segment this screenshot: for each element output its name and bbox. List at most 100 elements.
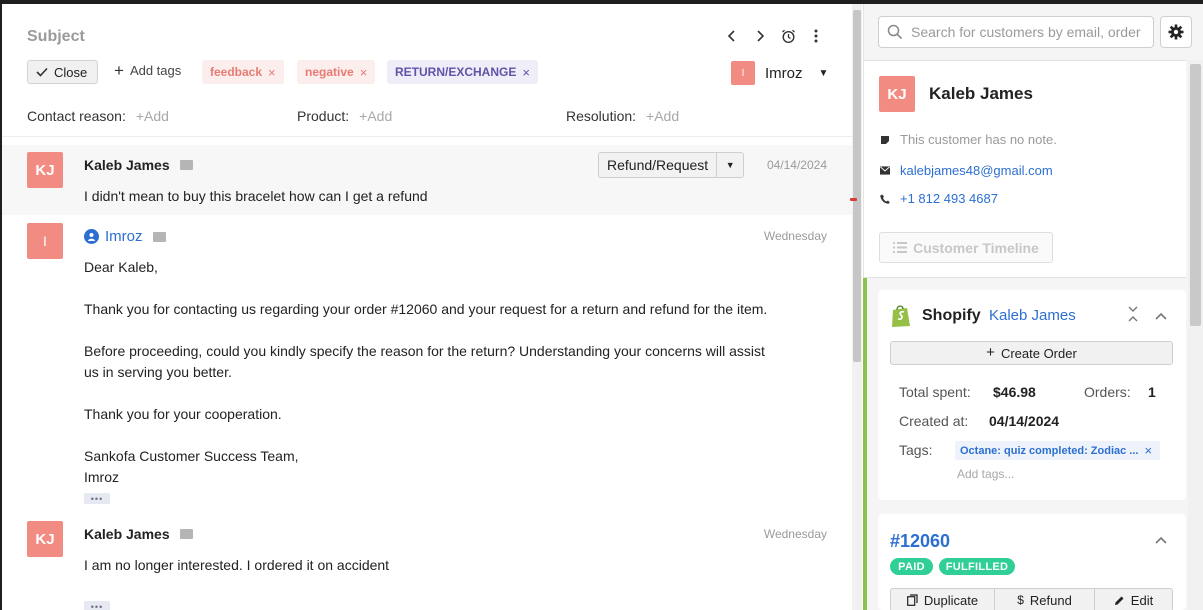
close-ticket-button[interactable]: Close xyxy=(27,60,99,84)
integration-accent-bar xyxy=(863,278,867,610)
shopify-add-tags-input[interactable]: Add tags... xyxy=(957,467,1014,481)
email-icon xyxy=(880,166,890,175)
customer-phone-row[interactable]: +1 812 493 4687 xyxy=(880,191,998,206)
divider xyxy=(2,136,852,137)
chevron-up-icon[interactable] xyxy=(1155,533,1167,547)
email-channel-icon xyxy=(152,231,166,242)
add-tags-label: Add tags xyxy=(129,63,182,78)
tag-feedback[interactable]: feedback × xyxy=(202,60,284,84)
message-date: Wednesday xyxy=(763,229,827,243)
agent-user-icon xyxy=(84,229,99,244)
add-tags-button[interactable]: + Add tags xyxy=(114,60,182,80)
remove-tag-icon[interactable]: × xyxy=(268,65,276,80)
message-body-line: Dear Kaleb, xyxy=(84,259,158,275)
tag-label: feedback xyxy=(210,65,263,79)
edit-label: Edit xyxy=(1130,592,1154,608)
contact-reason-label: Contact reason: xyxy=(27,108,126,124)
ticket-scrollbar[interactable] xyxy=(852,4,862,610)
message-body-line: Imroz xyxy=(84,469,119,485)
shopify-tag-label: Octane: quiz completed: Zodiac ... xyxy=(960,444,1139,457)
orders-label: Orders: xyxy=(1084,384,1131,400)
total-spent-value: $46.98 xyxy=(993,384,1036,400)
avatar: I xyxy=(27,223,63,259)
sender-name: Kaleb James xyxy=(84,526,170,542)
customer-phone[interactable]: +1 812 493 4687 xyxy=(900,191,998,206)
plus-icon: + xyxy=(114,60,124,80)
chevron-up-icon[interactable] xyxy=(1155,309,1167,323)
caret-down-icon: ▼ xyxy=(818,67,829,79)
contact-reason-add[interactable]: +Add xyxy=(136,108,169,124)
intent-select[interactable]: Refund/Request ▼ xyxy=(598,152,745,178)
settings-button[interactable] xyxy=(1160,16,1192,48)
customer-note-row[interactable]: This customer has no note. xyxy=(880,132,1057,147)
product-label: Product: xyxy=(297,108,350,124)
avatar: KJ xyxy=(27,521,63,557)
shopify-tag[interactable]: Octane: quiz completed: Zodiac ... × xyxy=(955,441,1160,460)
remove-tag-icon[interactable]: × xyxy=(522,65,530,80)
next-ticket-icon[interactable] xyxy=(750,26,770,46)
pencil-icon xyxy=(1114,596,1124,605)
assignee-dropdown[interactable]: I Imroz ▼ xyxy=(731,61,828,85)
order-number-link[interactable]: #12060 xyxy=(890,531,950,552)
customer-timeline-label: Customer Timeline xyxy=(913,239,1039,256)
edit-order-button[interactable]: Edit xyxy=(1095,589,1172,610)
caret-down-icon[interactable]: ▼ xyxy=(717,153,743,177)
message-body-line: us in serving you better. xyxy=(84,364,232,380)
tags-label: Tags: xyxy=(899,442,933,458)
resolution-field[interactable]: Resolution: +Add xyxy=(566,108,679,124)
previous-ticket-icon[interactable] xyxy=(722,26,742,46)
message-body-line: Thank you for contacting us regarding yo… xyxy=(84,301,768,317)
customer-name[interactable]: Kaleb James xyxy=(929,84,1033,104)
message-body-line: Before proceeding, could you kindly spec… xyxy=(84,343,765,359)
duplicate-order-button[interactable]: Duplicate xyxy=(891,589,995,610)
more-options-icon[interactable] xyxy=(806,26,826,46)
unread-marker xyxy=(850,198,857,201)
show-quoted-text-button[interactable]: ••• xyxy=(84,601,110,610)
customer-card: KJ Kaleb James This customer has no note… xyxy=(864,60,1186,278)
contact-reason-field[interactable]: Contact reason: +Add xyxy=(27,108,169,124)
gear-icon xyxy=(1168,24,1184,40)
customer-email[interactable]: kalebjames48@gmail.com xyxy=(900,163,1053,178)
payment-status-badge: PAID xyxy=(890,558,933,575)
customer-search[interactable] xyxy=(878,16,1154,48)
snooze-alarm-icon[interactable] xyxy=(778,26,798,46)
orders-value: 1 xyxy=(1148,384,1156,400)
created-at-value: 04/14/2024 xyxy=(989,413,1060,429)
sidebar-scrollbar[interactable] xyxy=(1188,60,1203,610)
close-button-label: Close xyxy=(54,64,88,80)
sender-name: Imroz xyxy=(105,228,143,245)
scrollbar-thumb[interactable] xyxy=(1190,64,1201,326)
avatar: KJ xyxy=(27,152,63,188)
assignee-avatar: I xyxy=(731,61,755,85)
customer-timeline-button[interactable]: Customer Timeline xyxy=(879,232,1053,263)
tag-return-exchange[interactable]: RETURN/EXCHANGE × xyxy=(387,60,538,84)
email-channel-icon xyxy=(179,160,193,170)
customer-email-row[interactable]: kalebjames48@gmail.com xyxy=(880,163,1053,178)
scrollbar-thumb[interactable] xyxy=(853,10,861,362)
tag-label: RETURN/EXCHANGE xyxy=(395,65,517,79)
shopify-customer-link[interactable]: Kaleb James xyxy=(989,307,1076,324)
message-body-line: Thank you for your cooperation. xyxy=(84,406,282,422)
order-actions: Duplicate $ Refund Edit xyxy=(890,588,1173,610)
order-card: #12060 PAID FULFILLED Duplicate $ Refund… xyxy=(878,514,1186,610)
created-at-label: Created at: xyxy=(899,413,969,429)
phone-icon xyxy=(880,194,890,204)
resolution-add[interactable]: +Add xyxy=(646,108,679,124)
customer-avatar: KJ xyxy=(879,76,915,112)
fulfillment-status-badge: FULFILLED xyxy=(939,558,1015,575)
product-add[interactable]: +Add xyxy=(359,108,392,124)
refund-order-button[interactable]: $ Refund xyxy=(995,589,1095,610)
remove-tag-icon[interactable]: × xyxy=(360,65,368,80)
message-sender: Kaleb James xyxy=(84,157,193,173)
refund-label: Refund xyxy=(1029,592,1072,608)
check-icon xyxy=(36,67,48,77)
tag-negative[interactable]: negative × xyxy=(297,60,376,84)
collapse-all-icon[interactable] xyxy=(1128,306,1138,325)
customer-note: This customer has no note. xyxy=(900,132,1057,147)
show-quoted-text-button[interactable]: ••• xyxy=(84,493,110,504)
customer-search-input[interactable] xyxy=(911,24,1147,40)
remove-tag-icon[interactable]: × xyxy=(1144,443,1152,458)
create-order-button[interactable]: + Create Order xyxy=(890,341,1173,365)
ticket-subject[interactable]: Subject xyxy=(27,28,85,46)
product-field[interactable]: Product: +Add xyxy=(297,108,392,124)
